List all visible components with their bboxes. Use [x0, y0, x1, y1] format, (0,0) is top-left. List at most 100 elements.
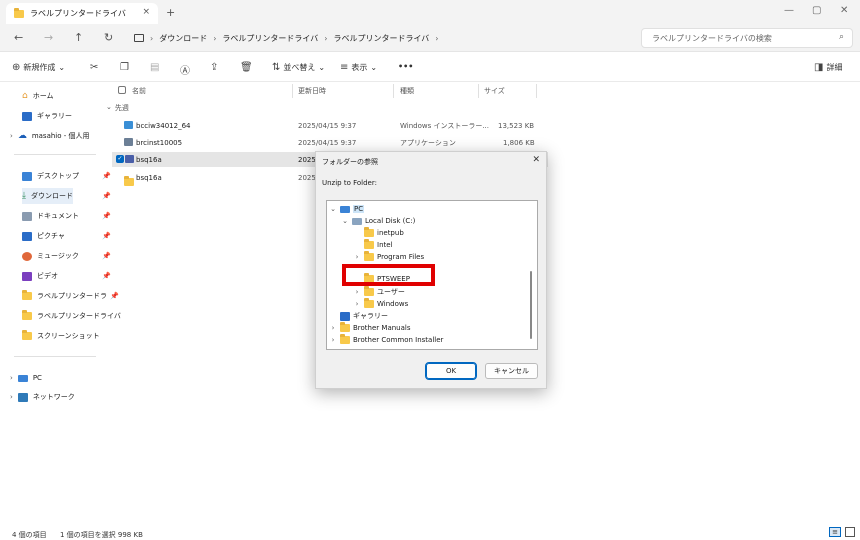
copy-icon[interactable]: ❐: [120, 62, 129, 73]
sort-button[interactable]: ⇅ 並べ替え ⌄: [272, 62, 325, 73]
sidebar-item-screenshots[interactable]: スクリーンショット: [22, 328, 100, 344]
folder-icon: [22, 290, 32, 300]
sidebar-item-network[interactable]: › ネットワーク: [10, 389, 75, 405]
tree-item-folder[interactable]: inetpub: [353, 227, 404, 239]
chevron-right-icon[interactable]: ›: [10, 132, 13, 140]
chevron-right-icon[interactable]: ›: [435, 34, 438, 43]
sidebar-item-folder[interactable]: ラベルプリンタードライバ: [22, 308, 121, 324]
breadcrumb-item[interactable]: ラベルプリンタードライバ: [222, 33, 318, 44]
minimize-button[interactable]: —: [784, 5, 794, 16]
breadcrumb-item[interactable]: ラベルプリンタードライバ: [333, 33, 429, 44]
chevron-right-icon[interactable]: ›: [10, 374, 13, 382]
tree-item-folder[interactable]: › Windows: [353, 298, 408, 310]
music-icon: [22, 251, 32, 261]
cut-icon[interactable]: ✂: [90, 62, 98, 73]
rename-icon[interactable]: Ⓐ: [180, 62, 190, 77]
chevron-right-icon[interactable]: ›: [353, 300, 361, 308]
chevron-right-icon[interactable]: ›: [10, 393, 13, 401]
cancel-button[interactable]: キャンセル: [485, 363, 538, 379]
chevron-right-icon[interactable]: ›: [329, 324, 337, 332]
table-row[interactable]: bcciw34012_64 2025/04/15 9:37 Windows イン…: [112, 118, 548, 133]
more-button[interactable]: •••: [398, 62, 413, 71]
chevron-down-icon[interactable]: ⌄: [329, 205, 337, 213]
scrollbar[interactable]: [530, 271, 532, 339]
folder-icon: [364, 251, 374, 261]
tree-item-folder[interactable]: › ユーザー: [353, 286, 405, 298]
sidebar-item-home[interactable]: ⌂ ホーム: [22, 88, 54, 104]
tree-item-folder[interactable]: › Brother Common Installer: [329, 334, 443, 346]
close-button[interactable]: ✕: [840, 5, 848, 16]
breadcrumb: › ダウンロード › ラベルプリンタードライバ › ラベルプリンタードライバ ›: [134, 28, 634, 48]
network-icon: [17, 392, 28, 402]
sidebar-item-music[interactable]: ミュージック 📌: [22, 248, 111, 264]
sidebar-item-pc[interactable]: › PC: [10, 370, 42, 386]
folder-icon: [364, 286, 374, 296]
sidebar-item-label: ドキュメント: [37, 212, 79, 220]
document-icon: [22, 211, 32, 221]
sidebar-item-gallery[interactable]: ギャラリー: [22, 108, 72, 124]
drive-icon: [352, 217, 362, 225]
home-icon: ⌂: [22, 91, 28, 101]
sidebar-item-desktop[interactable]: デスクトップ 📌: [22, 168, 111, 184]
column-header-size[interactable]: サイズ: [484, 86, 505, 96]
tree-item-drive[interactable]: ⌄ Local Disk (C:): [341, 215, 415, 227]
back-button[interactable]: ←: [14, 31, 23, 44]
tab-current[interactable]: ラベルプリンタードライバ ×: [6, 3, 158, 24]
refresh-button[interactable]: ↻: [104, 31, 113, 44]
tree-item-folder[interactable]: › Program Files: [353, 251, 424, 263]
folder-icon: [124, 175, 134, 186]
details-button[interactable]: ◨ 詳細: [814, 62, 842, 73]
group-header[interactable]: ⌄ 先週: [106, 103, 129, 113]
tree-item-pc[interactable]: ⌄ PC: [329, 203, 365, 215]
chevron-down-icon[interactable]: ⌄: [341, 217, 349, 225]
sidebar-item-pictures[interactable]: ピクチャ 📌: [22, 228, 111, 244]
tree-item-folder[interactable]: Intel: [353, 239, 393, 251]
search-input[interactable]: ラベルプリンタードライバの検索 ⌕: [641, 28, 853, 48]
close-icon[interactable]: ✕: [532, 155, 540, 165]
column-header-date[interactable]: 更新日時: [298, 86, 326, 96]
tree-item-label: ギャラリー: [353, 312, 388, 320]
breadcrumb-item[interactable]: ダウンロード: [159, 33, 207, 44]
view-button[interactable]: ≡ 表示 ⌄: [340, 62, 377, 73]
chevron-right-icon[interactable]: ›: [353, 253, 361, 261]
column-header-name[interactable]: 名前: [132, 86, 146, 96]
new-tab-button[interactable]: +: [166, 6, 175, 19]
file-name: bsq16a: [136, 173, 162, 182]
sidebar-item-folder[interactable]: ラベルプリンタードラ 📌: [22, 288, 119, 304]
sidebar-item-onedrive[interactable]: › ☁ masahio - 個人用: [10, 128, 90, 144]
column-header-type[interactable]: 種類: [400, 86, 414, 96]
tree-item-label: Local Disk (C:): [365, 217, 416, 225]
sidebar-item-documents[interactable]: ドキュメント 📌: [22, 208, 111, 224]
forward-button[interactable]: →: [44, 31, 53, 44]
monitor-icon[interactable]: [134, 34, 144, 42]
tree-item-folder[interactable]: › Brother Manuals: [329, 322, 410, 334]
status-bar: 4 個の項目 1 個の項目を選択 998 KB ≡: [0, 524, 860, 540]
up-button[interactable]: ↑: [74, 31, 83, 44]
select-all-checkbox[interactable]: [118, 86, 126, 94]
sidebar-item-downloads[interactable]: ⤓ ダウンロード 📌: [22, 188, 111, 204]
delete-icon[interactable]: 🗑: [240, 62, 253, 73]
paste-icon[interactable]: ▤: [150, 62, 159, 73]
tree-item-gallery[interactable]: ギャラリー: [329, 310, 388, 322]
chevron-right-icon: ›: [150, 33, 154, 43]
sidebar-item-label: ビデオ: [37, 272, 58, 280]
folder-icon: [22, 330, 32, 340]
table-row[interactable]: brcinst10005 2025/04/15 9:37 アプリケーション 1,…: [112, 135, 548, 150]
tree-item-label: PC: [353, 205, 365, 213]
new-button[interactable]: ⊕ 新規作成 ⌄: [12, 62, 65, 73]
chevron-right-icon[interactable]: ›: [353, 288, 361, 296]
sidebar-item-label: ラベルプリンタードライバ: [37, 312, 121, 320]
sidebar-item-label: ホーム: [32, 92, 54, 100]
sidebar-item-label: ラベルプリンタードラ: [37, 292, 107, 300]
tree-item-label: Brother Common Installer: [353, 336, 444, 344]
dialog-title: フォルダーの参照: [322, 158, 378, 166]
maximize-button[interactable]: ▢: [812, 5, 821, 16]
ok-button[interactable]: OK: [425, 362, 477, 380]
checkbox-checked-icon[interactable]: ✓: [116, 155, 124, 163]
details-view-icon[interactable]: ≡: [829, 527, 841, 537]
share-icon[interactable]: ⇪: [210, 62, 218, 73]
tiles-view-icon[interactable]: [845, 527, 855, 537]
tab-close-icon[interactable]: ×: [142, 7, 150, 17]
sidebar-item-videos[interactable]: ビデオ 📌: [22, 268, 111, 284]
chevron-right-icon[interactable]: ›: [329, 336, 337, 344]
